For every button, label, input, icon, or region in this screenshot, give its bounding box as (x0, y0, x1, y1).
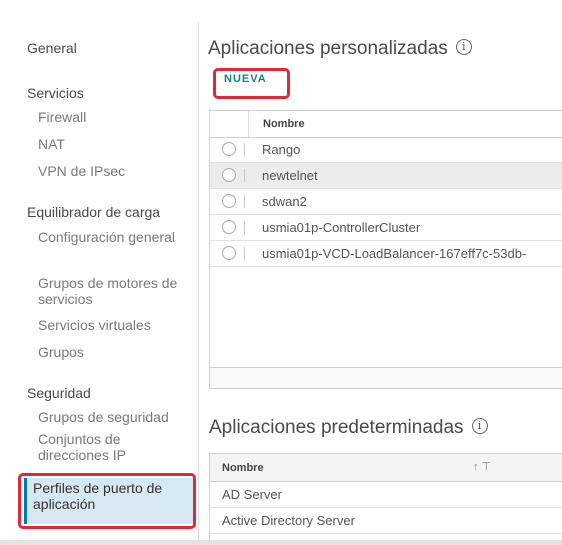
table-row[interactable]: usmia01p-ControllerCluster (210, 215, 562, 241)
row-name: newtelnet (262, 168, 318, 183)
custom-apps-title: Aplicaciones personalizadas i (208, 38, 472, 60)
column-header-nombre[interactable]: Nombre (222, 462, 264, 474)
sidebar-item-vpn-ipsec[interactable]: VPN de IPsec (38, 163, 125, 179)
default-apps-grid: Nombre ↑ ⊤ AD Server Active Directory Se… (209, 453, 562, 543)
custom-apps-title-text: Aplicaciones personalizadas (208, 38, 448, 59)
table-row[interactable]: sdwan2 (210, 189, 562, 215)
default-apps-title: Aplicaciones predeterminadas i (209, 417, 488, 439)
sort-filter-icon[interactable]: ↑ ⊤ (473, 460, 491, 473)
row-radio[interactable] (222, 168, 236, 182)
row-divider (244, 221, 245, 234)
sidebar-item-grupos-motores[interactable]: Grupos de motores de servicios (38, 275, 188, 307)
sidebar-item-nat[interactable]: NAT (38, 136, 65, 152)
table-row[interactable]: Rango (210, 137, 562, 163)
custom-apps-grid: Nombre Rango newtelnet sdwan2 usmia01p-C… (209, 110, 562, 389)
row-radio[interactable] (222, 194, 236, 208)
sidebar-item-servicios-virtuales[interactable]: Servicios virtuales (38, 317, 151, 333)
sidebar-item-firewall[interactable]: Firewall (38, 109, 86, 125)
sidebar-heading-equilibrador: Equilibrador de carga (27, 204, 161, 220)
default-apps-title-text: Aplicaciones predeterminadas (209, 417, 464, 438)
row-name: AD Server (222, 487, 282, 502)
grid-footer (210, 367, 562, 388)
sidebar-item-config-general[interactable]: Configuración general (38, 229, 188, 245)
select-column (210, 111, 249, 137)
sidebar-item-conjuntos-ip[interactable]: Conjuntos de direcciones IP (38, 431, 168, 463)
highlight-perfiles (18, 473, 196, 529)
row-name: Active Directory Server (222, 513, 355, 528)
sidebar-divider (198, 22, 199, 545)
info-icon[interactable]: i (471, 417, 488, 434)
grid-header: Nombre ↑ ⊤ (210, 454, 562, 482)
table-row[interactable]: newtelnet (210, 163, 562, 189)
row-divider (244, 195, 245, 208)
new-application-button[interactable]: NUEVA (224, 73, 267, 85)
sidebar-item-general[interactable]: General (27, 40, 77, 56)
sidebar: General Servicios Firewall NAT VPN de IP… (0, 0, 198, 545)
row-divider (244, 143, 245, 156)
grid-header: Nombre (210, 111, 562, 138)
sidebar-heading-seguridad: Seguridad (27, 385, 91, 401)
row-name: usmia01p-ControllerCluster (262, 220, 421, 235)
sidebar-item-grupos-seguridad[interactable]: Grupos de seguridad (38, 409, 198, 425)
row-radio[interactable] (222, 142, 236, 156)
table-row[interactable]: Active Directory Server (210, 507, 562, 534)
row-divider (244, 169, 245, 182)
row-radio[interactable] (222, 246, 236, 260)
table-row[interactable]: AD Server (210, 481, 562, 508)
row-divider (244, 247, 245, 260)
sidebar-heading-servicios: Servicios (27, 85, 84, 101)
column-header-nombre[interactable]: Nombre (263, 118, 305, 130)
table-row[interactable]: usmia01p-VCD-LoadBalancer-167eff7c-53db- (210, 241, 562, 267)
row-name: usmia01p-VCD-LoadBalancer-167eff7c-53db- (262, 246, 527, 261)
row-name: sdwan2 (262, 194, 307, 209)
row-radio[interactable] (222, 220, 236, 234)
sidebar-item-grupos[interactable]: Grupos (38, 344, 84, 360)
info-icon[interactable]: i (455, 38, 472, 55)
row-name: Rango (262, 142, 301, 157)
bottom-border (0, 540, 562, 545)
